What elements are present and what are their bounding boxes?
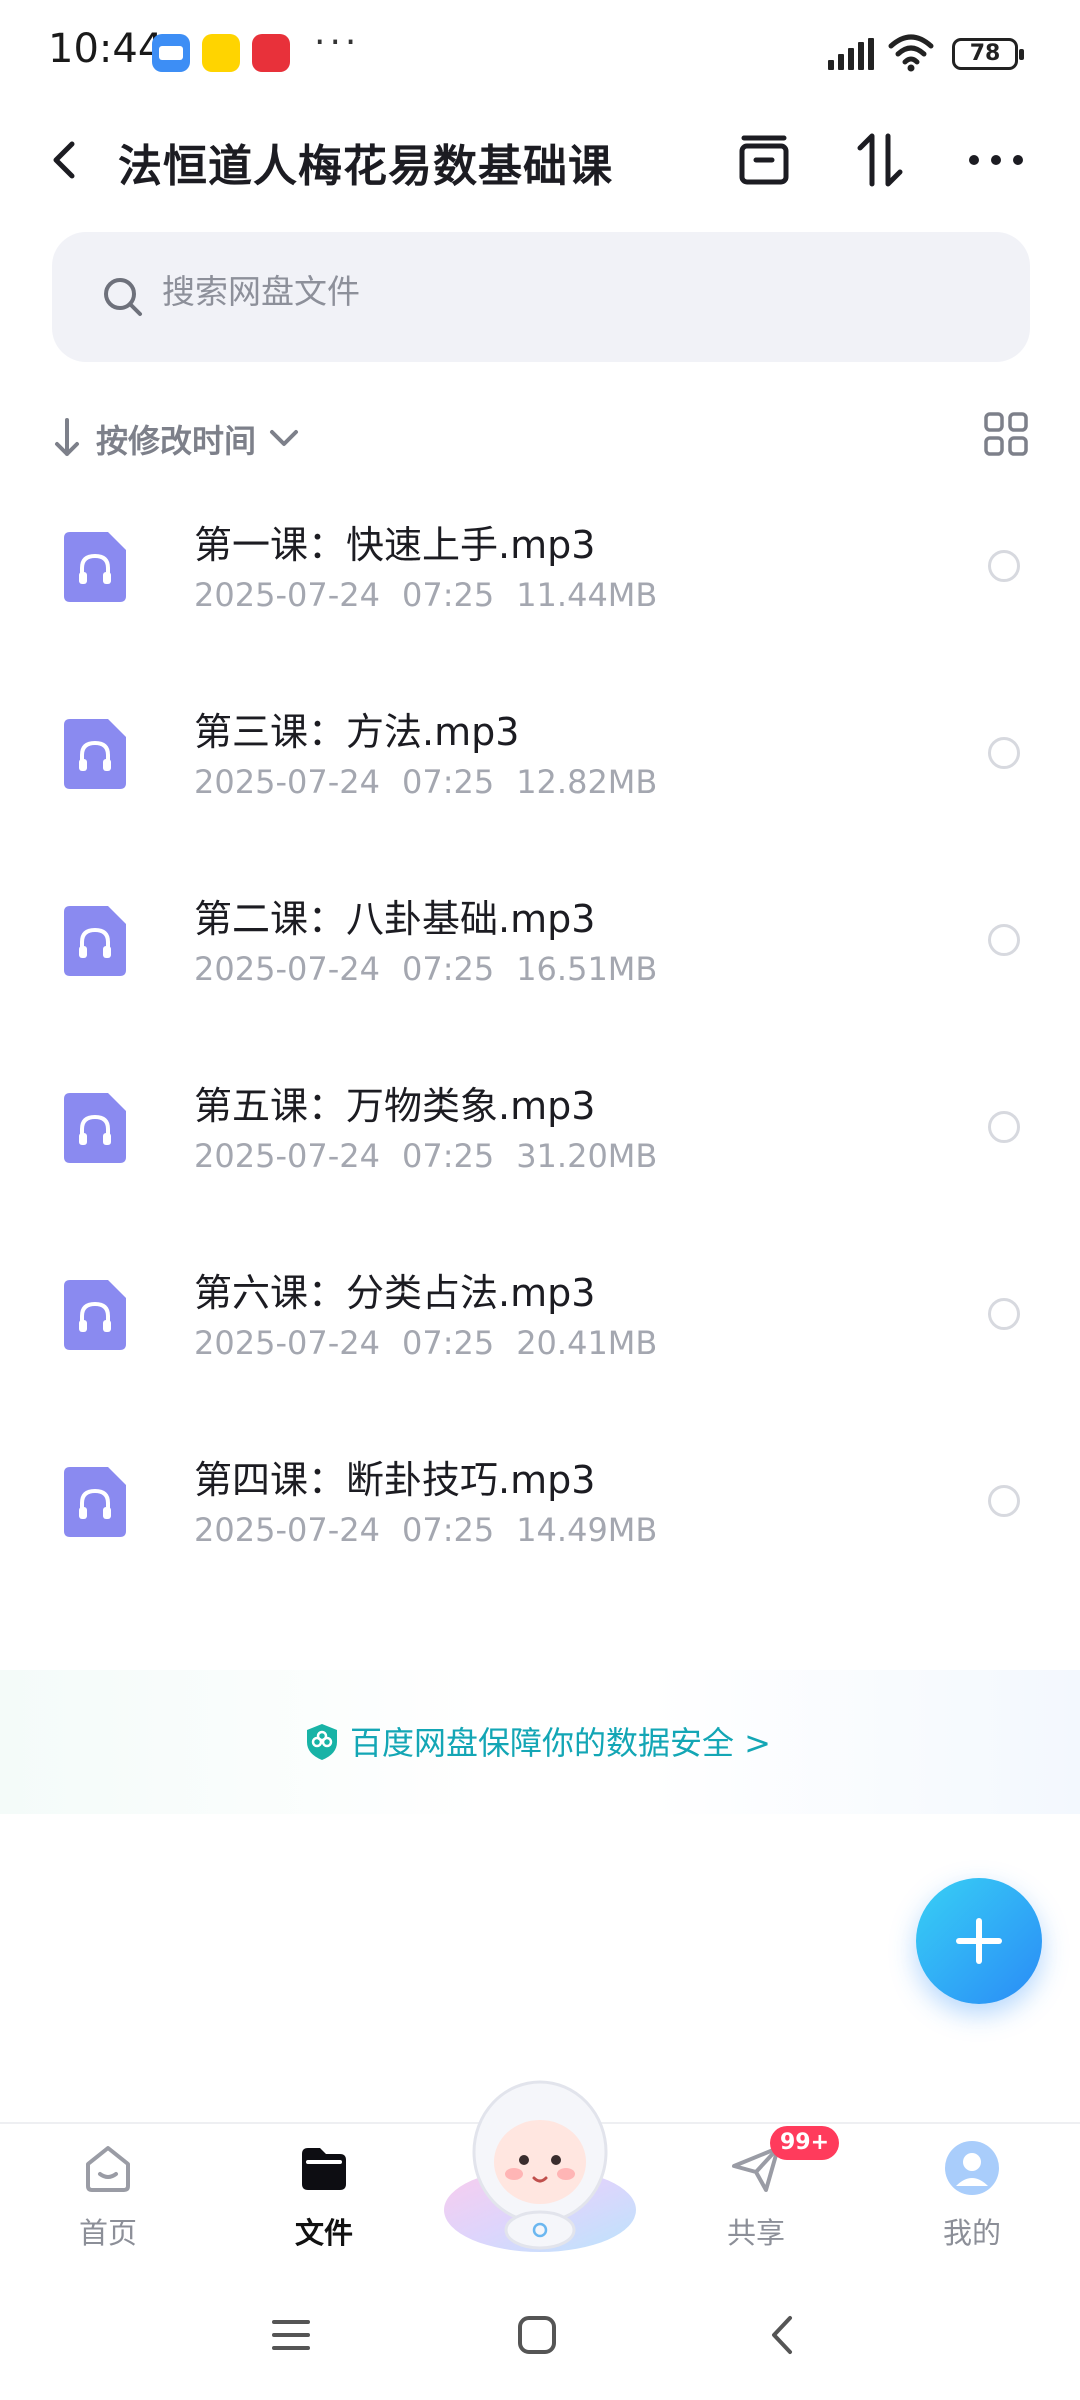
- plus-icon: [956, 1918, 1002, 1964]
- search-input[interactable]: [162, 272, 862, 311]
- file-size: 12.82MB: [516, 763, 658, 801]
- file-row[interactable]: 第二课：八卦基础.mp3 2025-07-24 07:25 16.51MB: [0, 854, 1080, 1040]
- audio-file-icon: [64, 1093, 126, 1163]
- file-name: 第四课：断卦技巧.mp3: [194, 1458, 596, 1502]
- select-checkbox[interactable]: [988, 1111, 1020, 1143]
- file-meta: 2025-07-24 07:25 20.41MB: [194, 1324, 679, 1362]
- file-name: 第六课：分类占法.mp3: [194, 1271, 596, 1315]
- nav-item-files[interactable]: 文件: [254, 2124, 394, 2272]
- back-icon[interactable]: [40, 132, 90, 188]
- file-meta: 2025-07-24 07:25 14.49MB: [194, 1511, 679, 1549]
- sort-row: 按修改时间: [52, 410, 1030, 466]
- folder-icon: [302, 2148, 346, 2190]
- file-date: 2025-07-24: [194, 576, 380, 614]
- file-meta: 2025-07-24 07:25 12.82MB: [194, 763, 679, 801]
- grid-view-icon[interactable]: [982, 410, 1030, 458]
- header: 法恒道人梅花易数基础课: [0, 110, 1080, 210]
- status-time: 10:44: [48, 26, 164, 72]
- file-row[interactable]: 第一课：快速上手.mp3 2025-07-24 07:25 11.44MB: [0, 480, 1080, 666]
- home-button-icon[interactable]: [512, 2310, 562, 2360]
- file-time: 07:25: [401, 576, 495, 614]
- nav-label: 文件: [294, 2216, 353, 2250]
- audio-file-icon: [64, 719, 126, 789]
- file-name: 第五课：万物类象.mp3: [194, 1084, 596, 1128]
- file-time: 07:25: [401, 1511, 495, 1549]
- file-time: 07:25: [401, 950, 495, 988]
- signal-icon: [828, 38, 874, 70]
- status-bar: 10:44 ··· 78: [0, 0, 1080, 110]
- file-time: 07:25: [401, 763, 495, 801]
- audio-file-icon: [64, 906, 126, 976]
- select-checkbox[interactable]: [988, 1485, 1020, 1517]
- file-row[interactable]: 第三课：方法.mp3 2025-07-24 07:25 12.82MB: [0, 667, 1080, 853]
- nav-label: 共享: [726, 2216, 785, 2250]
- file-size: 31.20MB: [516, 1137, 658, 1175]
- archive-icon[interactable]: [732, 128, 796, 192]
- file-size: 11.44MB: [516, 576, 658, 614]
- notification-app-icon: [252, 34, 290, 72]
- select-checkbox[interactable]: [988, 737, 1020, 769]
- security-text[interactable]: 百度网盘保障你的数据安全 >: [350, 1718, 771, 1764]
- search-box[interactable]: [52, 232, 1030, 362]
- notification-app-icon: [152, 34, 190, 72]
- file-size: 20.41MB: [516, 1324, 658, 1362]
- file-name: 第二课：八卦基础.mp3: [194, 897, 596, 941]
- nav-label: 首页: [78, 2216, 137, 2250]
- recent-apps-icon[interactable]: [266, 2310, 316, 2360]
- file-size: 16.51MB: [516, 950, 658, 988]
- nav-item-share[interactable]: 99+ 共享: [686, 2124, 840, 2272]
- file-time: 07:25: [401, 1324, 495, 1362]
- select-checkbox[interactable]: [988, 1298, 1020, 1330]
- chevron-down-icon[interactable]: [268, 424, 300, 452]
- file-date: 2025-07-24: [194, 1511, 380, 1549]
- file-row[interactable]: 第六课：分类占法.mp3 2025-07-24 07:25 20.41MB: [0, 1228, 1080, 1414]
- search-icon: [104, 278, 142, 316]
- system-back-icon[interactable]: [758, 2310, 808, 2360]
- nav-item-mine[interactable]: 我的: [902, 2124, 1042, 2272]
- select-checkbox[interactable]: [988, 924, 1020, 956]
- wifi-icon: [888, 34, 934, 72]
- file-name: 第三课：方法.mp3: [194, 710, 520, 754]
- notification-app-icon: [202, 34, 240, 72]
- file-row[interactable]: 第四课：断卦技巧.mp3 2025-07-24 07:25 14.49MB: [0, 1415, 1080, 1601]
- shield-icon: [307, 1724, 337, 1760]
- system-nav: [0, 2272, 1080, 2400]
- sort-icon[interactable]: [848, 128, 912, 192]
- file-date: 2025-07-24: [194, 950, 380, 988]
- page-title: 法恒道人梅花易数基础课: [118, 141, 613, 192]
- file-row[interactable]: 第五课：万物类象.mp3 2025-07-24 07:25 31.20MB: [0, 1041, 1080, 1227]
- notification-badge: 99+: [770, 2126, 840, 2160]
- nav-item-home[interactable]: 首页: [38, 2124, 178, 2272]
- avatar-icon: [945, 2141, 999, 2195]
- file-meta: 2025-07-24 07:25 31.20MB: [194, 1137, 679, 1175]
- file-meta: 2025-07-24 07:25 16.51MB: [194, 950, 679, 988]
- more-icon[interactable]: [964, 128, 1028, 192]
- battery-indicator: 78: [952, 38, 1024, 70]
- nav-label: 我的: [942, 2216, 1001, 2250]
- sort-label[interactable]: 按修改时间: [96, 416, 256, 462]
- home-icon: [86, 2146, 130, 2192]
- file-size: 14.49MB: [516, 1511, 658, 1549]
- more-notifications-icon: ···: [314, 22, 361, 63]
- security-banner[interactable]: 百度网盘保障你的数据安全 >: [0, 1670, 1080, 1814]
- file-name: 第一课：快速上手.mp3: [194, 523, 596, 567]
- sort-direction-icon[interactable]: [52, 416, 82, 460]
- file-date: 2025-07-24: [194, 1137, 380, 1175]
- file-date: 2025-07-24: [194, 763, 380, 801]
- file-meta: 2025-07-24 07:25 11.44MB: [194, 576, 679, 614]
- file-time: 07:25: [401, 1137, 495, 1175]
- audio-file-icon: [64, 532, 126, 602]
- select-checkbox[interactable]: [988, 550, 1020, 582]
- audio-file-icon: [64, 1280, 126, 1350]
- mascot-icon[interactable]: [438, 2070, 642, 2260]
- add-button[interactable]: [916, 1878, 1042, 2004]
- audio-file-icon: [64, 1467, 126, 1537]
- file-date: 2025-07-24: [194, 1324, 380, 1362]
